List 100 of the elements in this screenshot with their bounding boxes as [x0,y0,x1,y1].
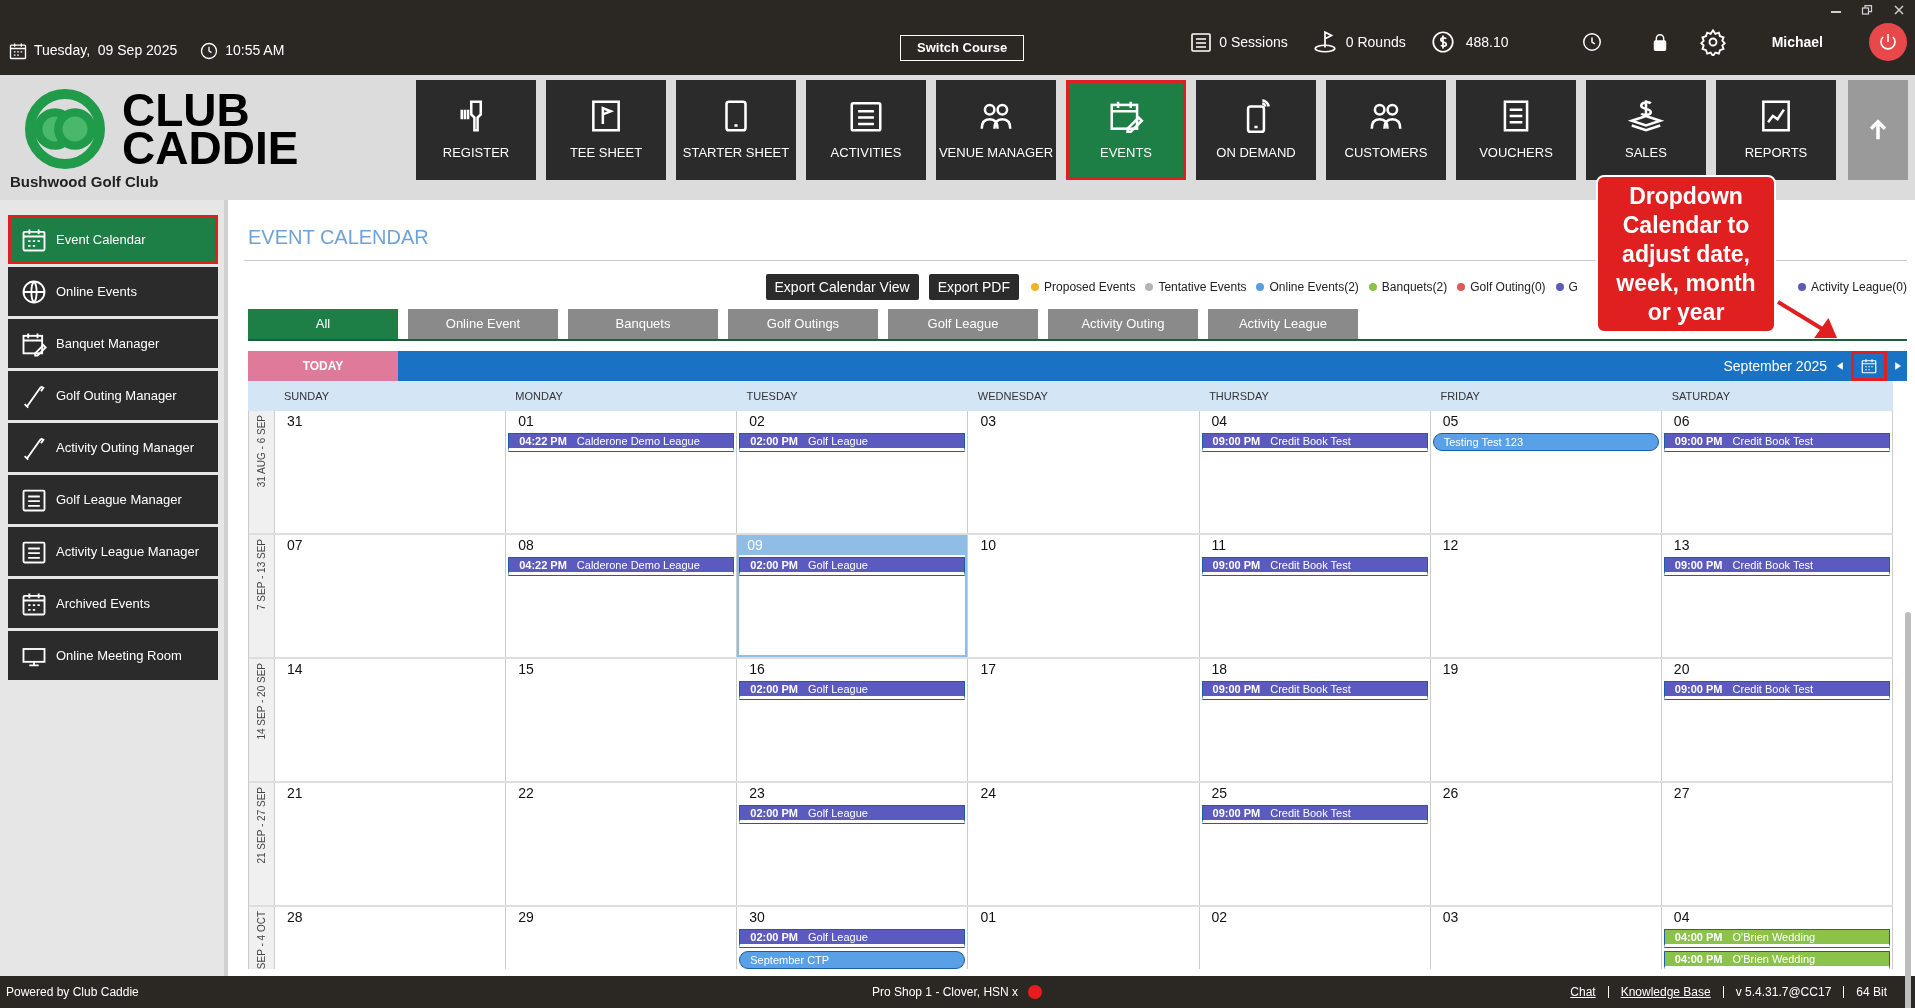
calendar-event[interactable]: 04:22 PM Calderone Demo League [508,557,735,575]
nav-button[interactable]: EVENTS [1066,80,1186,180]
calendar-event[interactable]: 02:00 PM Golf League [739,433,966,451]
nav-button[interactable]: ON DEMAND [1196,80,1316,180]
category-tab[interactable]: Golf League [888,309,1038,339]
calendar-dropdown-button[interactable] [1851,351,1887,381]
calendar-event[interactable]: 09:00 PM Credit Book Test [1201,805,1428,823]
category-tab[interactable]: All [248,309,398,339]
event-time: 02:00 PM [750,929,798,945]
event-title: Golf League [808,557,868,573]
day-number: 30 [748,908,766,927]
event-time: 09:00 PM [1212,557,1261,573]
scrollbar-thumb[interactable] [1905,612,1911,1008]
day-number: 21 [286,784,304,803]
footer-link[interactable]: Chat [1570,983,1596,1001]
legend-label: Proposed Events [1044,279,1136,296]
calendar-event[interactable]: 04:22 PM Calderone Demo League [508,433,735,451]
day-number: 14 [286,660,304,679]
weekday-header: FRIDAY [1439,388,1481,404]
sidebar-item[interactable]: Golf League Manager [8,475,218,524]
export-button[interactable]: Export Calendar View [765,274,919,300]
day-number: 01 [979,908,997,927]
calendar-event[interactable]: 02:00 PM Golf League [739,929,966,947]
sidebar-item[interactable]: Banquet Manager [8,319,218,368]
day-number: 28 [286,908,304,927]
clock-icon [199,40,220,61]
day-number: 27 [1672,784,1691,803]
footer-link[interactable]: Knowledge Base [1620,983,1711,1001]
event-time: 02:00 PM [750,557,798,573]
user-name: Michael [1771,32,1823,52]
switch-course-button[interactable]: Switch Course [900,35,1025,61]
weekday-header: MONDAY [514,388,564,404]
category-tab[interactable]: Activity League [1208,309,1358,339]
power-button[interactable] [1869,23,1907,61]
nav-button[interactable]: ACTIVITIES [806,80,926,180]
nav-button[interactable]: REGISTER [416,80,536,180]
nav-button[interactable]: VENUE MANAGER [936,80,1056,180]
close-icon [1893,4,1905,16]
legend-label: Online Events(2) [1269,279,1359,296]
calendar-event[interactable]: 09:00 PM Credit Book Test [1663,557,1890,575]
category-tab[interactable]: Golf Outings [728,309,878,339]
calendar-event[interactable]: 02:00 PM Golf League [739,557,966,575]
event-title: Golf League [808,805,868,821]
day-number: 01 [517,412,535,431]
category-tab[interactable]: Online Event [408,309,558,339]
sidebar-item[interactable]: Online Meeting Room [8,631,218,680]
legend-label: Tentative Events [1158,279,1247,296]
dollar-icon [1429,29,1456,55]
day-number: 10 [979,536,997,555]
calendar-event[interactable]: 09:00 PM Credit Book Test [1663,681,1890,699]
nav-button[interactable]: STARTER SHEET [676,80,796,180]
balance-text: 488.10 [1465,32,1509,52]
event-title: Calderone Demo League [576,557,700,573]
day-number: 05 [1441,412,1460,431]
bits-text: 64 Bit [1856,984,1887,1001]
page-title: EVENT CALENDAR [248,225,429,250]
nav-button[interactable]: TEE SHEET [546,80,666,180]
nav-button[interactable]: SALES [1586,80,1706,180]
sidebar-item[interactable]: Online Events [8,267,218,316]
sidebar-item[interactable]: Event Calendar [8,215,218,264]
day-number: 04 [1672,908,1691,927]
day-number: 22 [517,784,535,803]
event-title: O'Brien Wedding [1732,951,1816,967]
calendar-event[interactable]: 09:00 PM Credit Book Test [1201,557,1428,575]
sidebar-item[interactable]: Activity Outing Manager [8,423,218,472]
event-time: 04:00 PM [1674,929,1723,945]
day-number: 12 [1441,536,1460,555]
event-title: Golf League [808,929,868,945]
event-time: 04:22 PM [519,433,567,449]
golf-flag-icon [1311,29,1338,55]
calendar-event[interactable]: 09:00 PM Credit Book Test [1201,681,1428,699]
day-number: 02 [748,412,766,431]
callout-box: Dropdown Calendar to adjust date, week, month or year [1596,175,1776,333]
calendar-event[interactable]: 09:00 PM Credit Book Test [1663,433,1890,451]
calendar-event[interactable]: 02:00 PM Golf League [739,805,966,823]
nav-button[interactable]: CUSTOMERS [1326,80,1446,180]
date-text: Tuesday, 09 Sep 2025 [34,41,178,60]
export-button[interactable]: Export PDF [928,274,1020,300]
settings-icon [1698,28,1727,56]
day-number: 13 [1672,536,1691,555]
scroll-up-button[interactable] [1848,80,1908,180]
event-title: Credit Book Test [1732,681,1814,697]
category-tab[interactable]: Banquets [568,309,718,339]
day-number: 20 [1672,660,1691,679]
nav-button[interactable]: VOUCHERS [1456,80,1576,180]
calendar-event[interactable]: 09:00 PM Credit Book Test [1201,433,1428,451]
day-number: 02 [1210,908,1229,927]
day-number: 31 [286,412,304,431]
nav-button[interactable]: REPORTS [1716,80,1836,180]
category-tab[interactable]: Activity Outing [1048,309,1198,339]
event-title: Golf League [808,681,868,697]
minimize-icon[interactable] [1831,10,1841,13]
sidebar-item[interactable]: Archived Events [8,579,218,628]
legend-label: Activity League(0) [1810,279,1907,296]
month-label: September 2025 [1723,356,1827,376]
event-title: Credit Book Test [1270,557,1351,573]
sidebar-item[interactable]: Golf Outing Manager [8,371,218,420]
event-title: Credit Book Test [1732,557,1814,573]
calendar-event[interactable]: 02:00 PM Golf League [739,681,966,699]
sidebar-item[interactable]: Activity League Manager [8,527,218,576]
